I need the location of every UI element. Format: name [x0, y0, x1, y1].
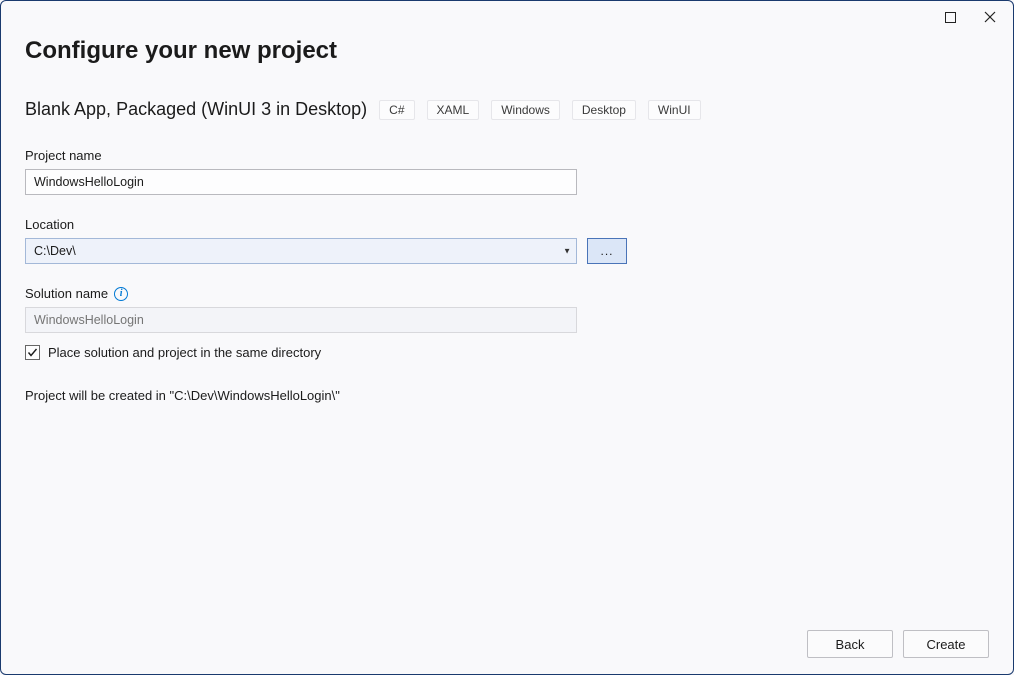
template-tag: C#: [379, 100, 414, 120]
close-icon: [984, 11, 996, 23]
browse-button[interactable]: ...: [587, 238, 627, 264]
template-name: Blank App, Packaged (WinUI 3 in Desktop): [25, 99, 367, 120]
content-area: Configure your new project Blank App, Pa…: [1, 33, 1013, 674]
same-directory-label: Place solution and project in the same d…: [48, 345, 321, 360]
close-button[interactable]: [973, 4, 1007, 30]
back-button[interactable]: Back: [807, 630, 893, 658]
solution-name-label-row: Solution name i: [25, 286, 989, 301]
creation-path-text: Project will be created in "C:\Dev\Windo…: [25, 388, 989, 403]
titlebar: [1, 1, 1013, 33]
footer: Back Create: [807, 630, 989, 658]
maximize-icon: [945, 12, 956, 23]
info-icon[interactable]: i: [114, 287, 128, 301]
location-group: Location ▼ ...: [25, 217, 989, 264]
template-tag: XAML: [427, 100, 480, 120]
same-directory-checkbox[interactable]: [25, 345, 40, 360]
template-row: Blank App, Packaged (WinUI 3 in Desktop)…: [25, 99, 989, 120]
template-tag: Desktop: [572, 100, 636, 120]
solution-name-group: Solution name i: [25, 286, 989, 333]
template-tag: WinUI: [648, 100, 701, 120]
check-icon: [27, 347, 38, 358]
solution-name-input: [25, 307, 577, 333]
location-input[interactable]: [25, 238, 577, 264]
solution-name-label: Solution name: [25, 286, 108, 301]
same-directory-row[interactable]: Place solution and project in the same d…: [25, 345, 989, 360]
project-name-input[interactable]: [25, 169, 577, 195]
location-label: Location: [25, 217, 989, 232]
create-button[interactable]: Create: [903, 630, 989, 658]
project-name-group: Project name: [25, 148, 989, 195]
page-title: Configure your new project: [25, 37, 989, 65]
maximize-button[interactable]: [933, 4, 967, 30]
project-name-label: Project name: [25, 148, 989, 163]
template-tag: Windows: [491, 100, 560, 120]
dialog-window: Configure your new project Blank App, Pa…: [0, 0, 1014, 675]
